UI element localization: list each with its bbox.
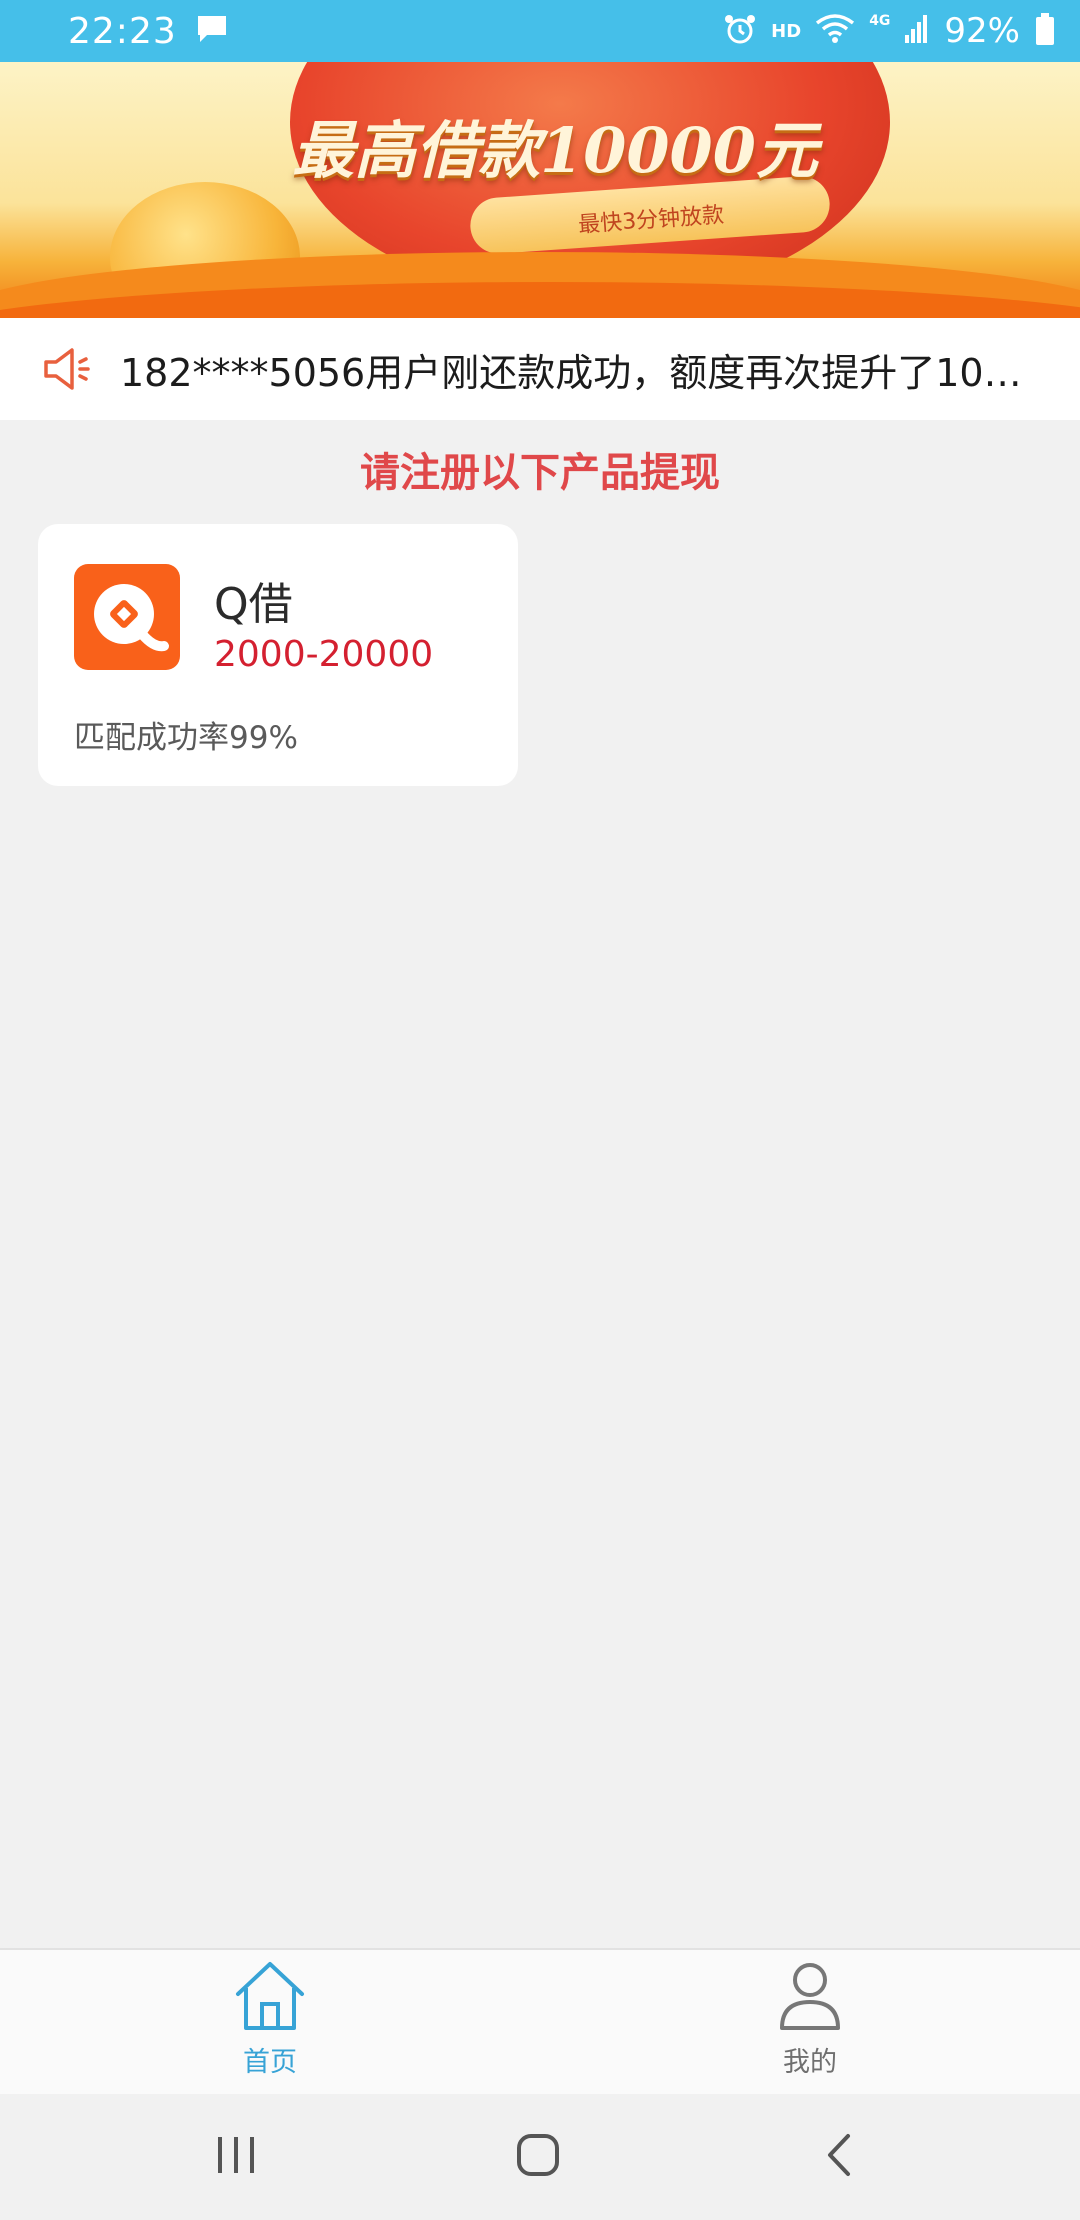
notice-bar: 182****5056用户刚还款成功，额度再次提升了1000... — [0, 318, 1080, 420]
section-title: 请注册以下产品提现 — [360, 450, 720, 496]
product-amount-range: 2000-20000 — [214, 634, 434, 675]
home-icon — [232, 1950, 308, 2038]
notice-text: 182****5056用户刚还款成功，额度再次提升了1000... — [120, 350, 1040, 395]
message-icon — [195, 13, 229, 49]
status-bar: 22:23 HD 4G 92% — [0, 0, 1080, 62]
back-icon — [822, 2132, 858, 2182]
tab-home-label: 首页 — [243, 2047, 297, 2078]
promo-banner[interactable]: 最高借款10000元 最快3分钟放款 — [0, 62, 1080, 318]
status-time: 22:23 — [68, 10, 177, 52]
tab-mine-label: 我的 — [783, 2047, 837, 2078]
product-logo-icon — [74, 564, 180, 670]
bottom-tab-bar: 首页 我的 — [0, 1948, 1080, 2094]
system-home-button[interactable] — [498, 2124, 578, 2190]
recent-apps-button[interactable] — [196, 2124, 276, 2190]
battery-icon — [1034, 12, 1056, 50]
product-name: Q借 — [214, 579, 293, 630]
recent-apps-icon — [214, 2135, 258, 2179]
wifi-icon — [815, 13, 855, 49]
status-left: 22:23 — [68, 11, 229, 52]
home-circle-icon — [515, 2132, 561, 2182]
tab-home[interactable]: 首页 — [120, 1950, 420, 2096]
back-button[interactable] — [800, 2124, 880, 2190]
banner-headline: 最高借款10000元 — [292, 114, 818, 187]
app-screen: 22:23 HD 4G 92% 最高借款10000元 最快3分钟放款 182**… — [0, 0, 1080, 2220]
product-match-rate: 匹配成功率99% — [74, 720, 298, 756]
network-type: 4G — [869, 13, 891, 29]
battery-percent: 92% — [944, 11, 1020, 51]
status-right: HD 4G 92% — [723, 11, 1056, 51]
hd-indicator: HD — [771, 20, 802, 42]
system-nav-bar — [0, 2094, 1080, 2220]
user-icon — [772, 1950, 848, 2038]
speaker-icon — [40, 341, 96, 397]
signal-icon — [904, 13, 930, 49]
product-card[interactable]: Q借 2000-20000 匹配成功率99% — [38, 524, 518, 786]
tab-mine[interactable]: 我的 — [660, 1950, 960, 2096]
alarm-icon — [723, 12, 757, 50]
